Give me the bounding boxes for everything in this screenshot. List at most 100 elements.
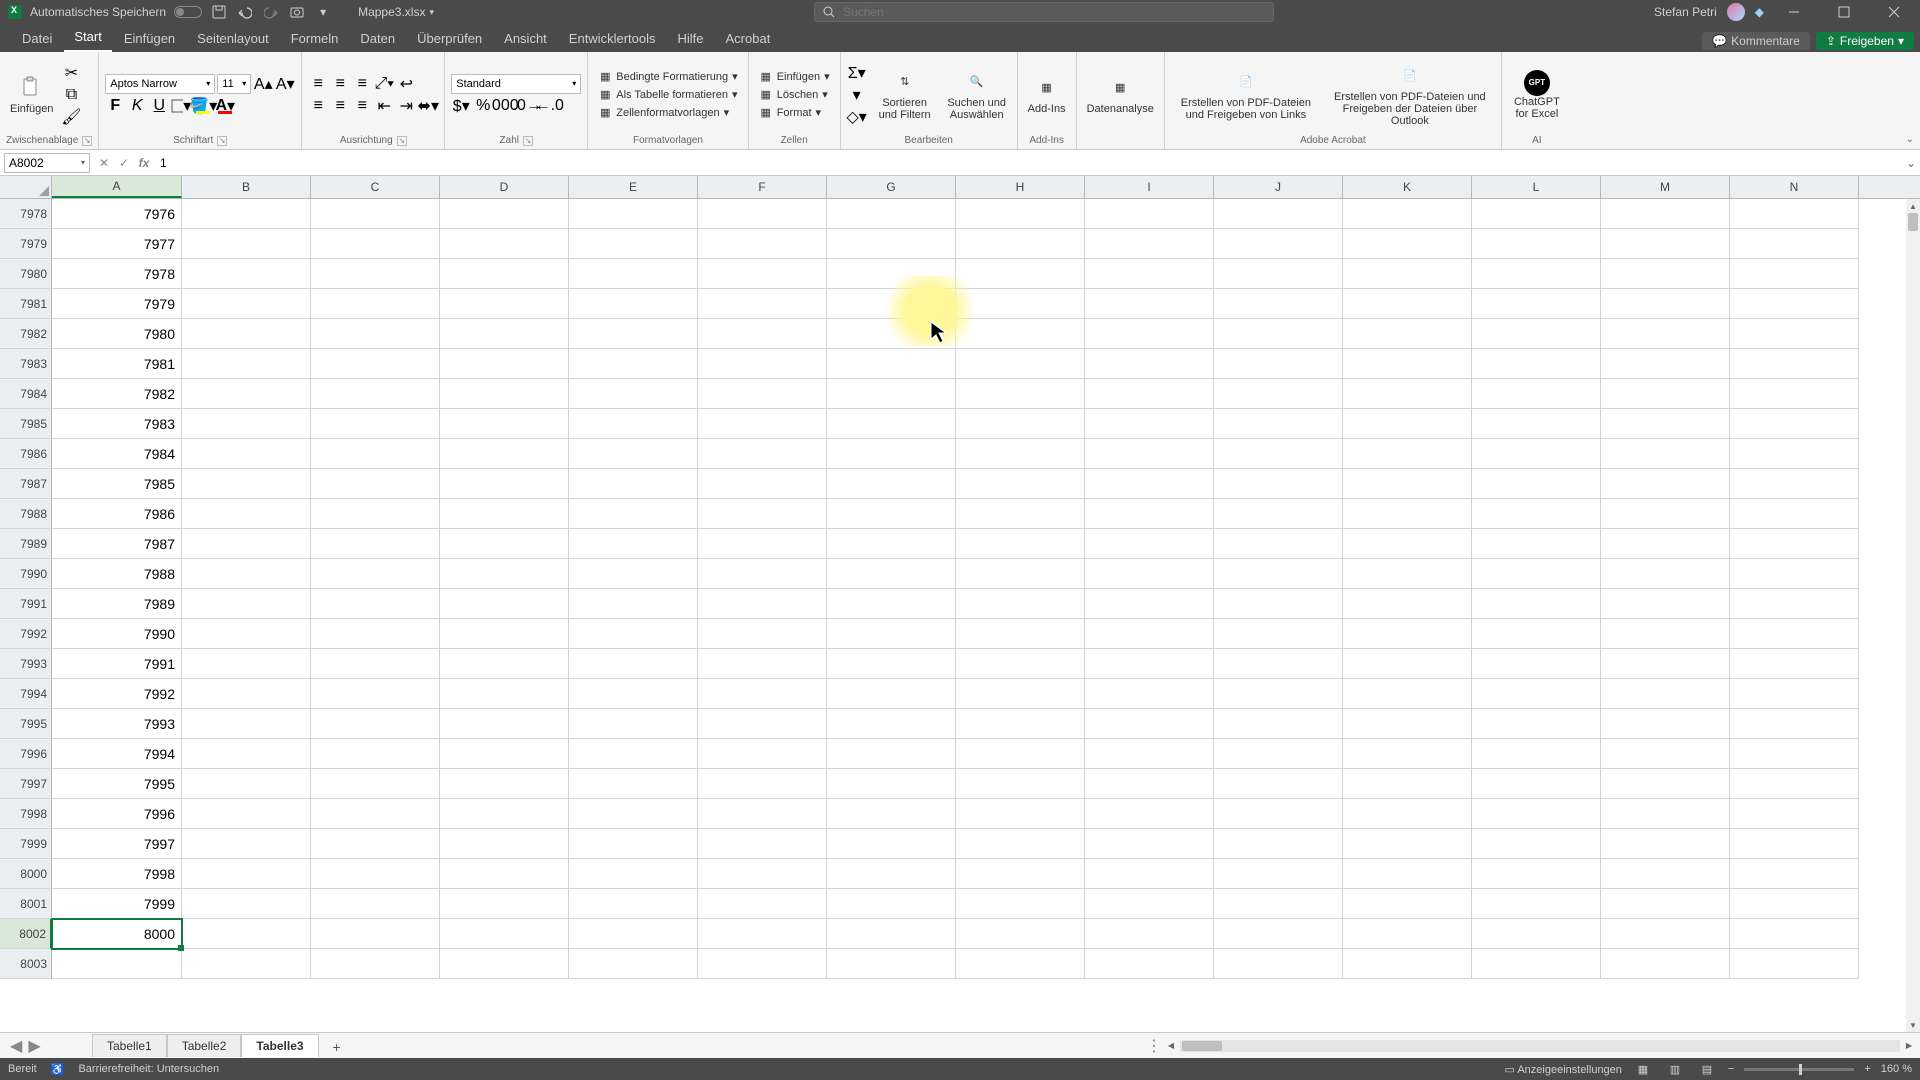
cell[interactable]: [1472, 229, 1601, 259]
cell[interactable]: 7978: [52, 259, 182, 289]
underline-button[interactable]: U: [149, 96, 169, 116]
cell[interactable]: [569, 289, 698, 319]
scroll-right-icon[interactable]: ▶: [1902, 1039, 1916, 1053]
cell[interactable]: [827, 829, 956, 859]
dialog-launcher-icon[interactable]: ↘: [523, 136, 533, 146]
cell[interactable]: [1730, 679, 1859, 709]
cell[interactable]: [1214, 529, 1343, 559]
zoom-in-icon[interactable]: +: [1864, 1063, 1870, 1075]
table-row[interactable]: 79967994: [0, 739, 1920, 769]
align-center-icon[interactable]: ≡: [330, 96, 350, 116]
cell[interactable]: [182, 649, 311, 679]
table-row[interactable]: 79797977: [0, 229, 1920, 259]
row-header[interactable]: 7994: [0, 679, 52, 709]
cell[interactable]: [311, 709, 440, 739]
cell[interactable]: [1343, 829, 1472, 859]
column-header-H[interactable]: H: [956, 176, 1085, 198]
cell[interactable]: [1472, 799, 1601, 829]
table-row[interactable]: 79817979: [0, 289, 1920, 319]
sheet-tab-1[interactable]: Tabelle1: [92, 1034, 167, 1057]
cell[interactable]: 7985: [52, 469, 182, 499]
cell[interactable]: [827, 469, 956, 499]
cell[interactable]: [1085, 499, 1214, 529]
sheet-next-icon[interactable]: ▶: [28, 1036, 40, 1056]
cell[interactable]: [1601, 679, 1730, 709]
cell[interactable]: [1343, 319, 1472, 349]
cell[interactable]: [1730, 289, 1859, 319]
cell[interactable]: 7987: [52, 529, 182, 559]
cell[interactable]: [1343, 439, 1472, 469]
cell[interactable]: [827, 889, 956, 919]
cell[interactable]: [956, 529, 1085, 559]
table-row[interactable]: 79977995: [0, 769, 1920, 799]
cell[interactable]: [1214, 319, 1343, 349]
row-header[interactable]: 7983: [0, 349, 52, 379]
cell[interactable]: [1343, 589, 1472, 619]
cell[interactable]: [956, 439, 1085, 469]
cell[interactable]: [1472, 259, 1601, 289]
table-row[interactable]: 79907988: [0, 559, 1920, 589]
cell[interactable]: 7998: [52, 859, 182, 889]
row-header[interactable]: 7992: [0, 619, 52, 649]
cell[interactable]: 7981: [52, 349, 182, 379]
cell[interactable]: [827, 679, 956, 709]
tab-datei[interactable]: Datei: [12, 27, 62, 52]
cell[interactable]: [1730, 859, 1859, 889]
cell[interactable]: [1601, 949, 1730, 979]
scroll-up-icon[interactable]: ▲: [1906, 199, 1920, 213]
tab-entwicklertools[interactable]: Entwicklertools: [559, 27, 666, 52]
row-header[interactable]: 8002: [0, 919, 52, 949]
cell[interactable]: [1601, 799, 1730, 829]
cell[interactable]: [956, 619, 1085, 649]
cell[interactable]: [698, 439, 827, 469]
column-header-K[interactable]: K: [1343, 176, 1472, 198]
row-header[interactable]: 7995: [0, 709, 52, 739]
cell[interactable]: [827, 289, 956, 319]
cell[interactable]: [1730, 439, 1859, 469]
cell[interactable]: [698, 949, 827, 979]
cell[interactable]: [1601, 319, 1730, 349]
cell[interactable]: [1085, 349, 1214, 379]
cell[interactable]: [440, 949, 569, 979]
cell[interactable]: [1601, 409, 1730, 439]
cell[interactable]: [827, 319, 956, 349]
cell[interactable]: [182, 199, 311, 229]
cell[interactable]: [956, 799, 1085, 829]
cell[interactable]: [182, 319, 311, 349]
cell[interactable]: [311, 769, 440, 799]
cell[interactable]: [182, 439, 311, 469]
collapse-ribbon-icon[interactable]: ⌄: [1906, 134, 1914, 145]
table-row[interactable]: 79947992: [0, 679, 1920, 709]
cell[interactable]: [956, 259, 1085, 289]
cell[interactable]: [1085, 949, 1214, 979]
accept-formula-icon[interactable]: ✓: [114, 153, 134, 173]
find-select-button[interactable]: 🔍Suchen und Auswählen: [943, 67, 1011, 123]
cell[interactable]: [1085, 199, 1214, 229]
copy-icon[interactable]: ⧉: [61, 85, 81, 105]
cell[interactable]: [1730, 919, 1859, 949]
expand-formula-bar-icon[interactable]: ⌄: [1902, 156, 1920, 170]
table-row[interactable]: 79937991: [0, 649, 1920, 679]
sheet-prev-icon[interactable]: ◀: [10, 1036, 22, 1056]
cell[interactable]: [1085, 829, 1214, 859]
cell[interactable]: [1214, 199, 1343, 229]
cell[interactable]: [956, 559, 1085, 589]
wrap-text-icon[interactable]: ↩: [396, 74, 416, 94]
cell[interactable]: [1343, 259, 1472, 289]
cell[interactable]: [569, 799, 698, 829]
cell[interactable]: [311, 319, 440, 349]
select-all-button[interactable]: [0, 176, 52, 198]
align-bottom-icon[interactable]: ≡: [352, 74, 372, 94]
cell[interactable]: [1085, 799, 1214, 829]
cell[interactable]: [1601, 199, 1730, 229]
cell[interactable]: [827, 349, 956, 379]
cell[interactable]: [182, 889, 311, 919]
spreadsheet-grid[interactable]: A B C D E F G H I J K L M N 797879767979…: [0, 176, 1920, 1032]
cell[interactable]: [956, 679, 1085, 709]
cell[interactable]: 7996: [52, 799, 182, 829]
cell[interactable]: [1343, 409, 1472, 439]
cell[interactable]: [182, 289, 311, 319]
cell[interactable]: [956, 469, 1085, 499]
horizontal-scrollbar[interactable]: ⋮ ◀ ▶: [1146, 1036, 1920, 1056]
cell[interactable]: [698, 529, 827, 559]
